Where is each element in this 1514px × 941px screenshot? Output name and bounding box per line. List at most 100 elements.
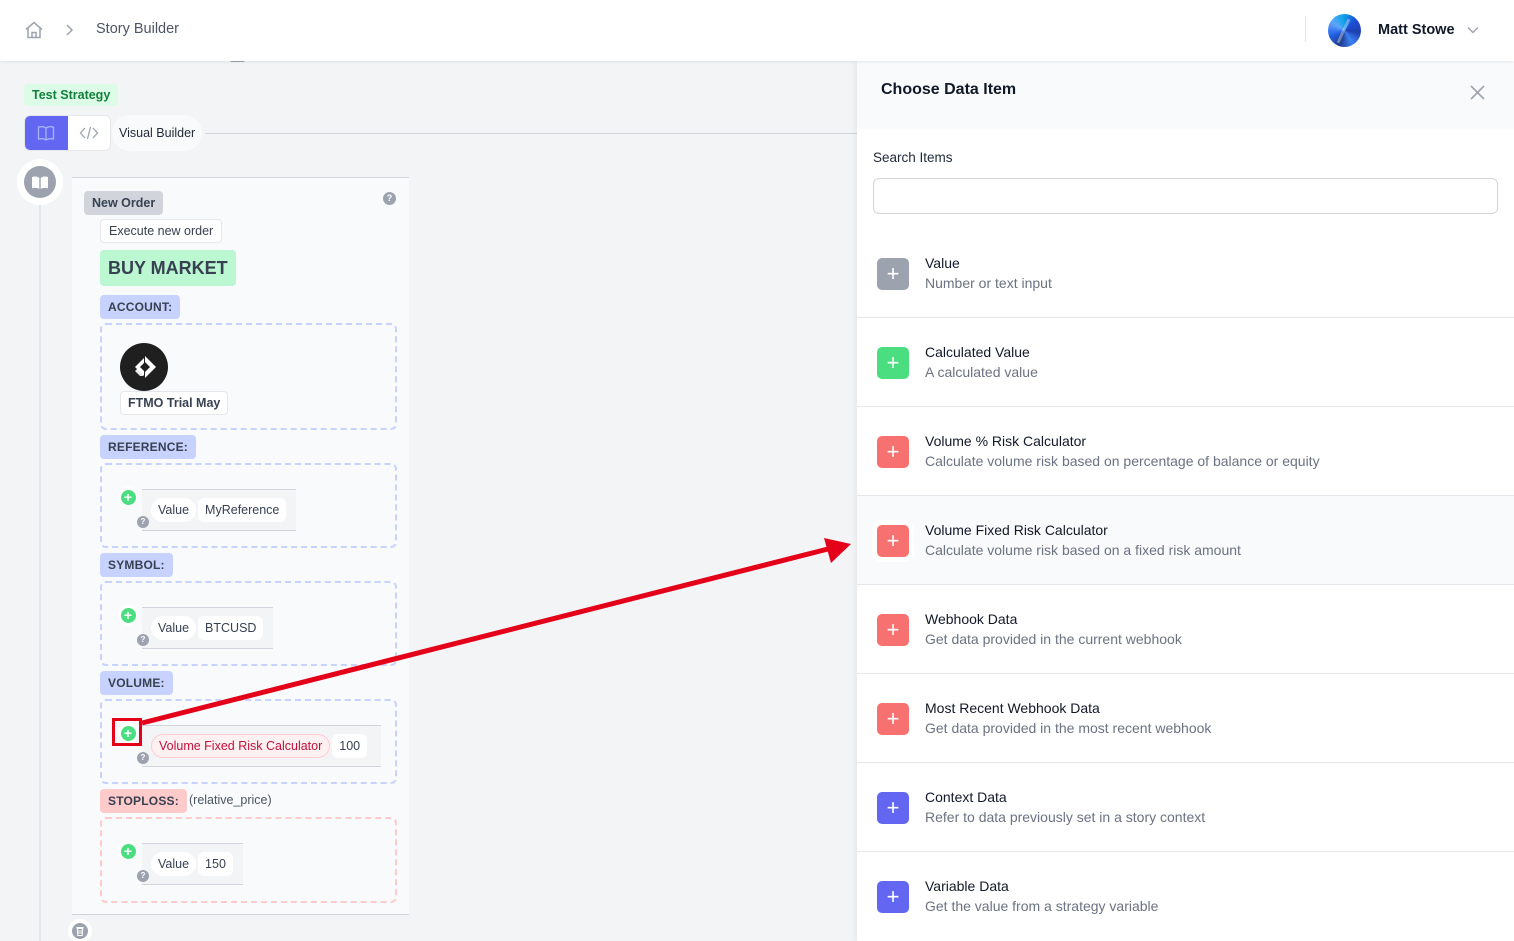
item-description: Refer to data previously set in a story …	[925, 809, 1206, 825]
reference-dropzone: Value MyReference + ?	[100, 463, 397, 548]
item-most-recent-webhook-data[interactable]: + Most Recent Webhook Data Get data provid…	[857, 674, 1514, 763]
visual-mode-button[interactable]	[25, 116, 68, 150]
value-type-chip[interactable]: Volume Fixed Risk Calculator	[151, 734, 331, 758]
stoploss-value-row: Value 150	[142, 843, 243, 885]
strategy-badge: Test Strategy	[24, 84, 119, 106]
item-description: Calculate volume risk based on a fixed r…	[925, 542, 1241, 558]
item-context-data[interactable]: + Context Data Refer to data previously se…	[857, 763, 1514, 852]
panel-title: Choose Data Item	[881, 81, 1017, 98]
new-order-block: ? New Order Execute new order BUY MARKET…	[72, 177, 409, 915]
plus-icon[interactable]: +	[877, 525, 909, 557]
item-title: Volume % Risk Calculator	[925, 433, 1087, 449]
choose-data-item-panel: Choose Data Item Search Items + Value Numb…	[857, 61, 1514, 941]
item-calculated-value[interactable]: + Calculated Value A calculated value	[857, 318, 1514, 407]
panel-header: Choose Data Item	[857, 61, 1514, 129]
plus-icon[interactable]: +	[877, 347, 909, 379]
value-type-chip[interactable]: Value	[151, 498, 197, 522]
item-volume-risk-calculator[interactable]: + Volume % Risk Calculator Calculate volum…	[857, 407, 1514, 496]
ftmo-logo	[120, 343, 168, 391]
plus-icon[interactable]: +	[877, 881, 909, 913]
value-chip[interactable]: 150	[198, 852, 233, 876]
question-icon[interactable]: ?	[137, 634, 149, 646]
question-icon[interactable]: ?	[383, 192, 396, 205]
value-chip[interactable]: MyReference	[198, 498, 287, 522]
item-description: Calculate volume risk based on percentag…	[925, 453, 1320, 469]
mode-toggle	[24, 115, 111, 151]
divider	[1305, 16, 1306, 42]
plus-circle-icon: +	[120, 843, 136, 859]
plus-circle-icon: +	[120, 489, 136, 505]
search-input[interactable]	[873, 178, 1498, 214]
block-description: Execute new order	[100, 219, 223, 243]
volume-dropzone: Volume Fixed Risk Calculator 100 + ?	[100, 699, 397, 784]
symbol-add-button[interactable]: +	[118, 605, 138, 625]
user-menu[interactable]: Matt Stowe	[1328, 13, 1479, 47]
value-chip[interactable]: 100	[332, 734, 368, 758]
item-title: Calculated Value	[925, 344, 1030, 360]
chevron-right-icon	[66, 24, 74, 36]
chevron-down-icon	[1467, 27, 1479, 34]
close-icon[interactable]	[1469, 84, 1486, 101]
volume-value-row: Volume Fixed Risk Calculator 100	[142, 725, 381, 767]
breadcrumb-current[interactable]: Story Builder	[96, 21, 179, 37]
plus-circle-icon: +	[120, 607, 136, 623]
symbol-dropzone: Value BTCUSD + ?	[100, 581, 397, 666]
plus-icon[interactable]: +	[877, 614, 909, 646]
plus-circle-icon: +	[120, 725, 136, 741]
book-open-icon	[38, 126, 55, 141]
code-mode-button[interactable]	[68, 116, 111, 150]
plus-icon[interactable]: +	[877, 436, 909, 468]
annotation-arrow-head	[824, 538, 851, 563]
mode-label: Visual Builder	[112, 115, 203, 151]
order-action[interactable]: BUY MARKET	[100, 250, 236, 286]
reference-add-button[interactable]: +	[118, 487, 138, 507]
item-description: Get data provided in the most recent web…	[925, 720, 1212, 736]
search-label: Search Items	[873, 150, 953, 165]
avatar	[1328, 13, 1361, 47]
delete-block-button[interactable]	[68, 919, 92, 941]
account-dropzone[interactable]: FTMO Trial May	[100, 323, 397, 430]
value-type-chip[interactable]: Value	[151, 852, 197, 876]
account-name[interactable]: FTMO Trial May	[120, 391, 229, 415]
item-volume-fixed-risk-calculator[interactable]: + Volume Fixed Risk Calculator Calculate v…	[857, 496, 1514, 585]
timeline-line	[39, 190, 41, 941]
stoploss-dropzone: Value 150 + ?	[100, 817, 397, 903]
item-title: Value	[925, 255, 960, 271]
reference-label: REFERENCE:	[100, 435, 197, 459]
book-open-icon	[32, 175, 48, 189]
item-title: Context Data	[925, 789, 1007, 805]
reference-value-row: Value MyReference	[142, 489, 297, 531]
item-title: Variable Data	[925, 878, 1009, 894]
stoploss-add-button[interactable]: +	[118, 841, 138, 861]
code-icon	[79, 126, 99, 140]
data-item-list: + Value Number or text input + Calculated Va…	[857, 229, 1514, 941]
stoploss-note: (relative_price)	[189, 793, 272, 807]
item-description: Get data provided in the current webhook	[925, 631, 1182, 647]
item-value[interactable]: + Value Number or text input	[857, 229, 1514, 318]
plus-icon[interactable]: +	[877, 792, 909, 824]
volume-label: VOLUME:	[100, 671, 173, 695]
block-title: New Order	[84, 191, 164, 215]
stoploss-label: STOPLOSS:	[100, 789, 187, 813]
symbol-value-row: Value BTCUSD	[142, 607, 274, 649]
item-variable-data[interactable]: + Variable Data Get the value from a strat…	[857, 852, 1514, 941]
divider	[205, 133, 857, 134]
top-bar: Story Builder Matt Stowe	[0, 0, 1514, 61]
plus-icon[interactable]: +	[877, 703, 909, 735]
account-label: ACCOUNT:	[100, 295, 181, 319]
timeline-node[interactable]	[17, 159, 63, 205]
home-icon[interactable]	[24, 20, 44, 40]
value-type-chip[interactable]: Value	[151, 616, 197, 640]
question-icon[interactable]: ?	[137, 516, 149, 528]
item-title: Webhook Data	[925, 611, 1018, 627]
item-description: Get the value from a strategy variable	[925, 898, 1159, 914]
trash-icon	[72, 923, 88, 939]
question-icon[interactable]: ?	[137, 870, 149, 882]
volume-add-button[interactable]: +	[118, 723, 138, 743]
value-chip[interactable]: BTCUSD	[198, 616, 264, 640]
symbol-label: SYMBOL:	[100, 553, 173, 577]
plus-icon[interactable]: +	[877, 258, 909, 290]
item-description: A calculated value	[925, 364, 1038, 380]
item-webhook-data[interactable]: + Webhook Data Get data provided in the cu…	[857, 585, 1514, 674]
question-icon[interactable]: ?	[137, 752, 149, 764]
